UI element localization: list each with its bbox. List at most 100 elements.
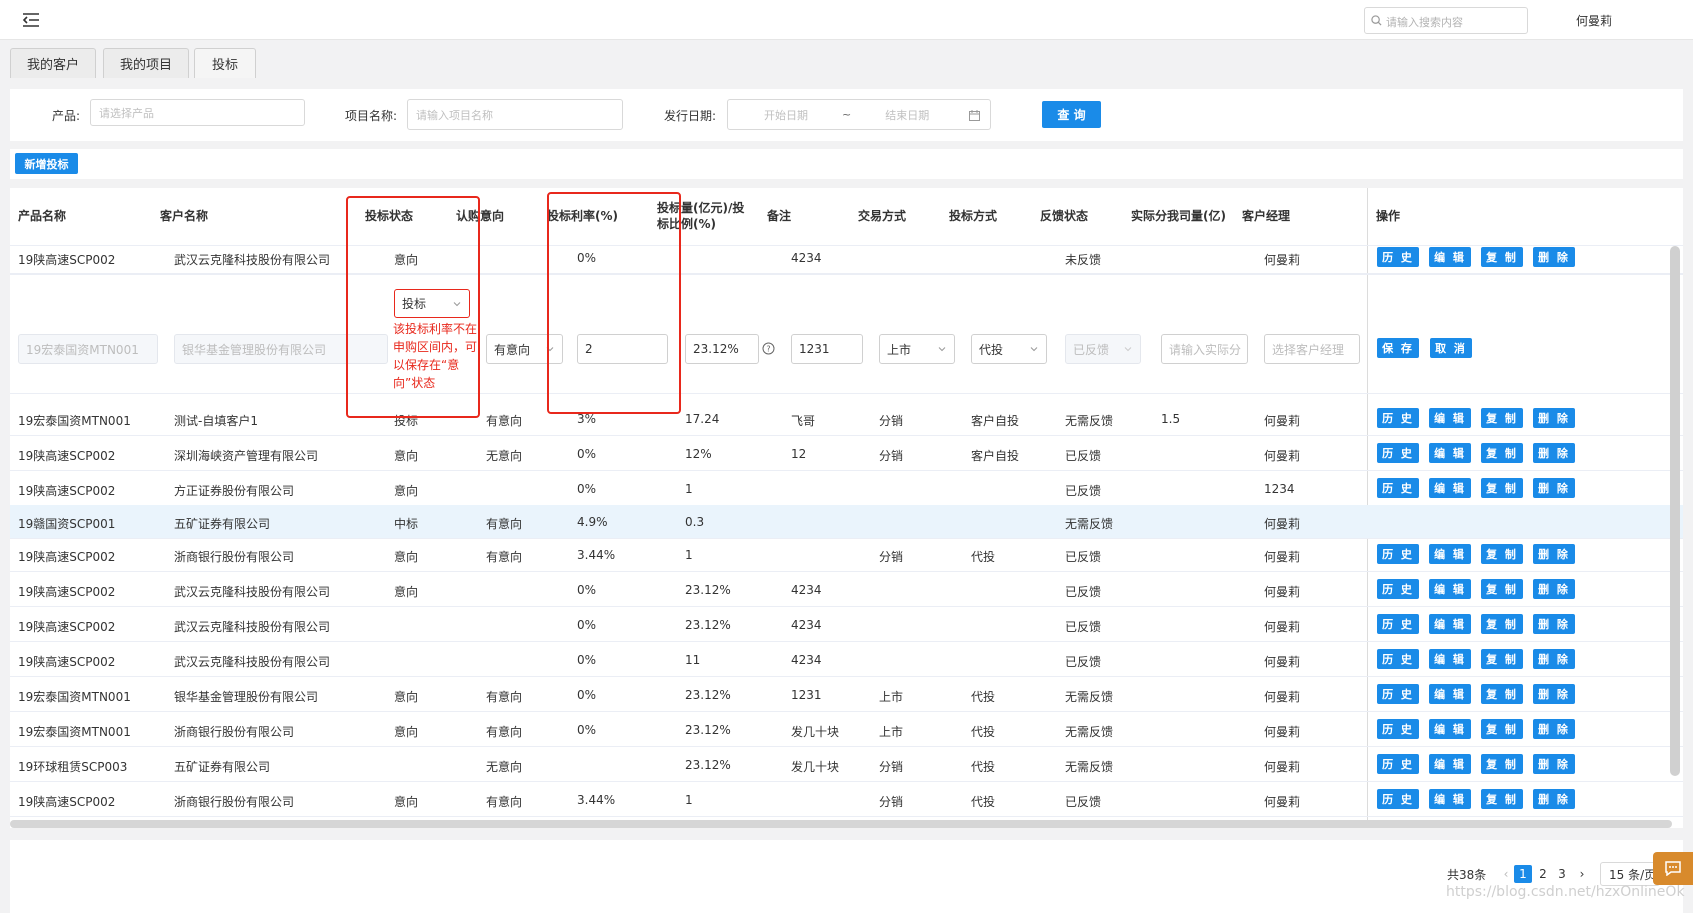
delete-button[interactable]: 删 除: [1533, 754, 1575, 774]
history-button[interactable]: 历 史: [1377, 247, 1419, 267]
copy-button[interactable]: 复 制: [1481, 614, 1523, 634]
edit-button[interactable]: 编 辑: [1429, 544, 1471, 564]
edit-bid-method-select[interactable]: 代投: [971, 334, 1047, 364]
page-3[interactable]: 3: [1553, 865, 1571, 883]
copy-button[interactable]: 复 制: [1481, 247, 1523, 267]
table-cell: 3.44%: [577, 548, 616, 562]
page-1[interactable]: 1: [1514, 865, 1532, 883]
user-name[interactable]: 何曼莉: [1576, 12, 1612, 29]
table-cell: 19陕高速SCP002: [18, 253, 116, 267]
cancel-button[interactable]: 取 消: [1430, 338, 1472, 358]
product-select[interactable]: 请选择产品: [90, 99, 305, 126]
history-button[interactable]: 历 史: [1377, 408, 1419, 428]
delete-button[interactable]: 删 除: [1533, 478, 1575, 498]
table-cell: 方正证券股份有限公司: [174, 484, 295, 498]
page-2[interactable]: 2: [1534, 865, 1552, 883]
tab-bidding[interactable]: 投标: [194, 48, 256, 78]
table-cell: 无意向: [486, 449, 523, 463]
history-button[interactable]: 历 史: [1377, 544, 1419, 564]
history-button[interactable]: 历 史: [1377, 443, 1419, 463]
copy-button[interactable]: 复 制: [1481, 443, 1523, 463]
delete-button[interactable]: 删 除: [1533, 544, 1575, 564]
history-button[interactable]: 历 史: [1377, 649, 1419, 669]
edit-button[interactable]: 编 辑: [1429, 754, 1471, 774]
edit-button[interactable]: 编 辑: [1429, 719, 1471, 739]
vertical-scrollbar[interactable]: [1670, 246, 1680, 776]
menu-collapse-icon[interactable]: [22, 12, 40, 28]
history-button[interactable]: 历 史: [1377, 754, 1419, 774]
tab-my-customers[interactable]: 我的客户: [10, 48, 96, 78]
delete-button[interactable]: 删 除: [1533, 684, 1575, 704]
delete-button[interactable]: 删 除: [1533, 247, 1575, 267]
history-button[interactable]: 历 史: [1377, 789, 1419, 809]
table-cell: 0%: [577, 482, 597, 496]
history-button[interactable]: 历 史: [1377, 478, 1419, 498]
col-product: 产品名称: [18, 209, 67, 223]
delete-button[interactable]: 删 除: [1533, 579, 1575, 599]
next-page-icon[interactable]: ›: [1573, 865, 1591, 883]
save-button[interactable]: 保 存: [1377, 338, 1419, 358]
table-cell: 已反馈: [1065, 585, 1102, 599]
edit-button[interactable]: 编 辑: [1429, 247, 1471, 267]
delete-button[interactable]: 删 除: [1533, 719, 1575, 739]
copy-button[interactable]: 复 制: [1481, 579, 1523, 599]
add-bid-button[interactable]: 新增投标: [15, 153, 78, 174]
edit-button[interactable]: 编 辑: [1429, 789, 1471, 809]
edit-trade-select[interactable]: 上市: [879, 334, 955, 364]
edit-button[interactable]: 编 辑: [1429, 649, 1471, 669]
history-button[interactable]: 历 史: [1377, 719, 1419, 739]
table-cell: 4234: [791, 618, 822, 632]
issue-date-range[interactable]: 开始日期 ~ 结束日期: [727, 99, 991, 130]
edit-amount-input[interactable]: 23.12%: [685, 334, 759, 364]
copy-button[interactable]: 复 制: [1481, 754, 1523, 774]
edit-button[interactable]: 编 辑: [1429, 478, 1471, 498]
table-cell: 发几十块: [791, 760, 840, 774]
table-cell: 19宏泰国资MTN001: [18, 725, 131, 739]
query-button[interactable]: 查 询: [1042, 101, 1101, 128]
table-cell: 1.5: [1161, 412, 1181, 426]
table-cell: 23.12%: [685, 618, 731, 632]
table-cell: 有意向: [486, 690, 523, 704]
copy-button[interactable]: 复 制: [1481, 649, 1523, 669]
copy-button[interactable]: 复 制: [1481, 544, 1523, 564]
project-placeholder: 请输入项目名称: [416, 108, 493, 122]
edit-button[interactable]: 编 辑: [1429, 579, 1471, 599]
table-cell: 已反馈: [1065, 484, 1102, 498]
table-cell: 3%: [577, 412, 597, 426]
chat-button[interactable]: [1653, 852, 1693, 885]
delete-button[interactable]: 删 除: [1533, 408, 1575, 428]
copy-button[interactable]: 复 制: [1481, 719, 1523, 739]
tab-my-projects[interactable]: 我的项目: [103, 48, 189, 78]
delete-button[interactable]: 删 除: [1533, 789, 1575, 809]
copy-button[interactable]: 复 制: [1481, 684, 1523, 704]
table-cell: 无需反馈: [1065, 414, 1114, 428]
copy-button[interactable]: 复 制: [1481, 408, 1523, 428]
history-button[interactable]: 历 史: [1377, 579, 1419, 599]
delete-button[interactable]: 删 除: [1533, 649, 1575, 669]
delete-button[interactable]: 删 除: [1533, 443, 1575, 463]
edit-button[interactable]: 编 辑: [1429, 614, 1471, 634]
edit-remark-input[interactable]: 1231: [791, 334, 863, 364]
table-cell: 何曼莉: [1264, 550, 1301, 564]
help-icon[interactable]: ?: [762, 342, 775, 355]
table-cell: 无需反馈: [1065, 725, 1114, 739]
prev-page-icon[interactable]: ‹: [1497, 865, 1515, 883]
edit-actual-amount-input[interactable]: 请输入实际分: [1161, 334, 1248, 364]
search-input[interactable]: 请输入搜索内容: [1364, 7, 1528, 34]
chat-icon: [1665, 861, 1681, 876]
page-size-select[interactable]: 15 条/页: [1600, 862, 1660, 886]
edit-button[interactable]: 编 辑: [1429, 443, 1471, 463]
copy-button[interactable]: 复 制: [1481, 789, 1523, 809]
project-name-input[interactable]: 请输入项目名称: [407, 99, 623, 130]
edit-feedback-select: 已反馈: [1065, 334, 1141, 364]
edit-button[interactable]: 编 辑: [1429, 408, 1471, 428]
edit-manager-select[interactable]: 选择客户经理: [1264, 334, 1360, 364]
issue-date-label: 发行日期:: [664, 109, 717, 123]
history-button[interactable]: 历 史: [1377, 614, 1419, 634]
delete-button[interactable]: 删 除: [1533, 614, 1575, 634]
horizontal-scrollbar[interactable]: [10, 820, 1672, 828]
history-button[interactable]: 历 史: [1377, 684, 1419, 704]
copy-button[interactable]: 复 制: [1481, 478, 1523, 498]
edit-button[interactable]: 编 辑: [1429, 684, 1471, 704]
table-cell: 19环球租赁SCP003: [18, 760, 128, 774]
